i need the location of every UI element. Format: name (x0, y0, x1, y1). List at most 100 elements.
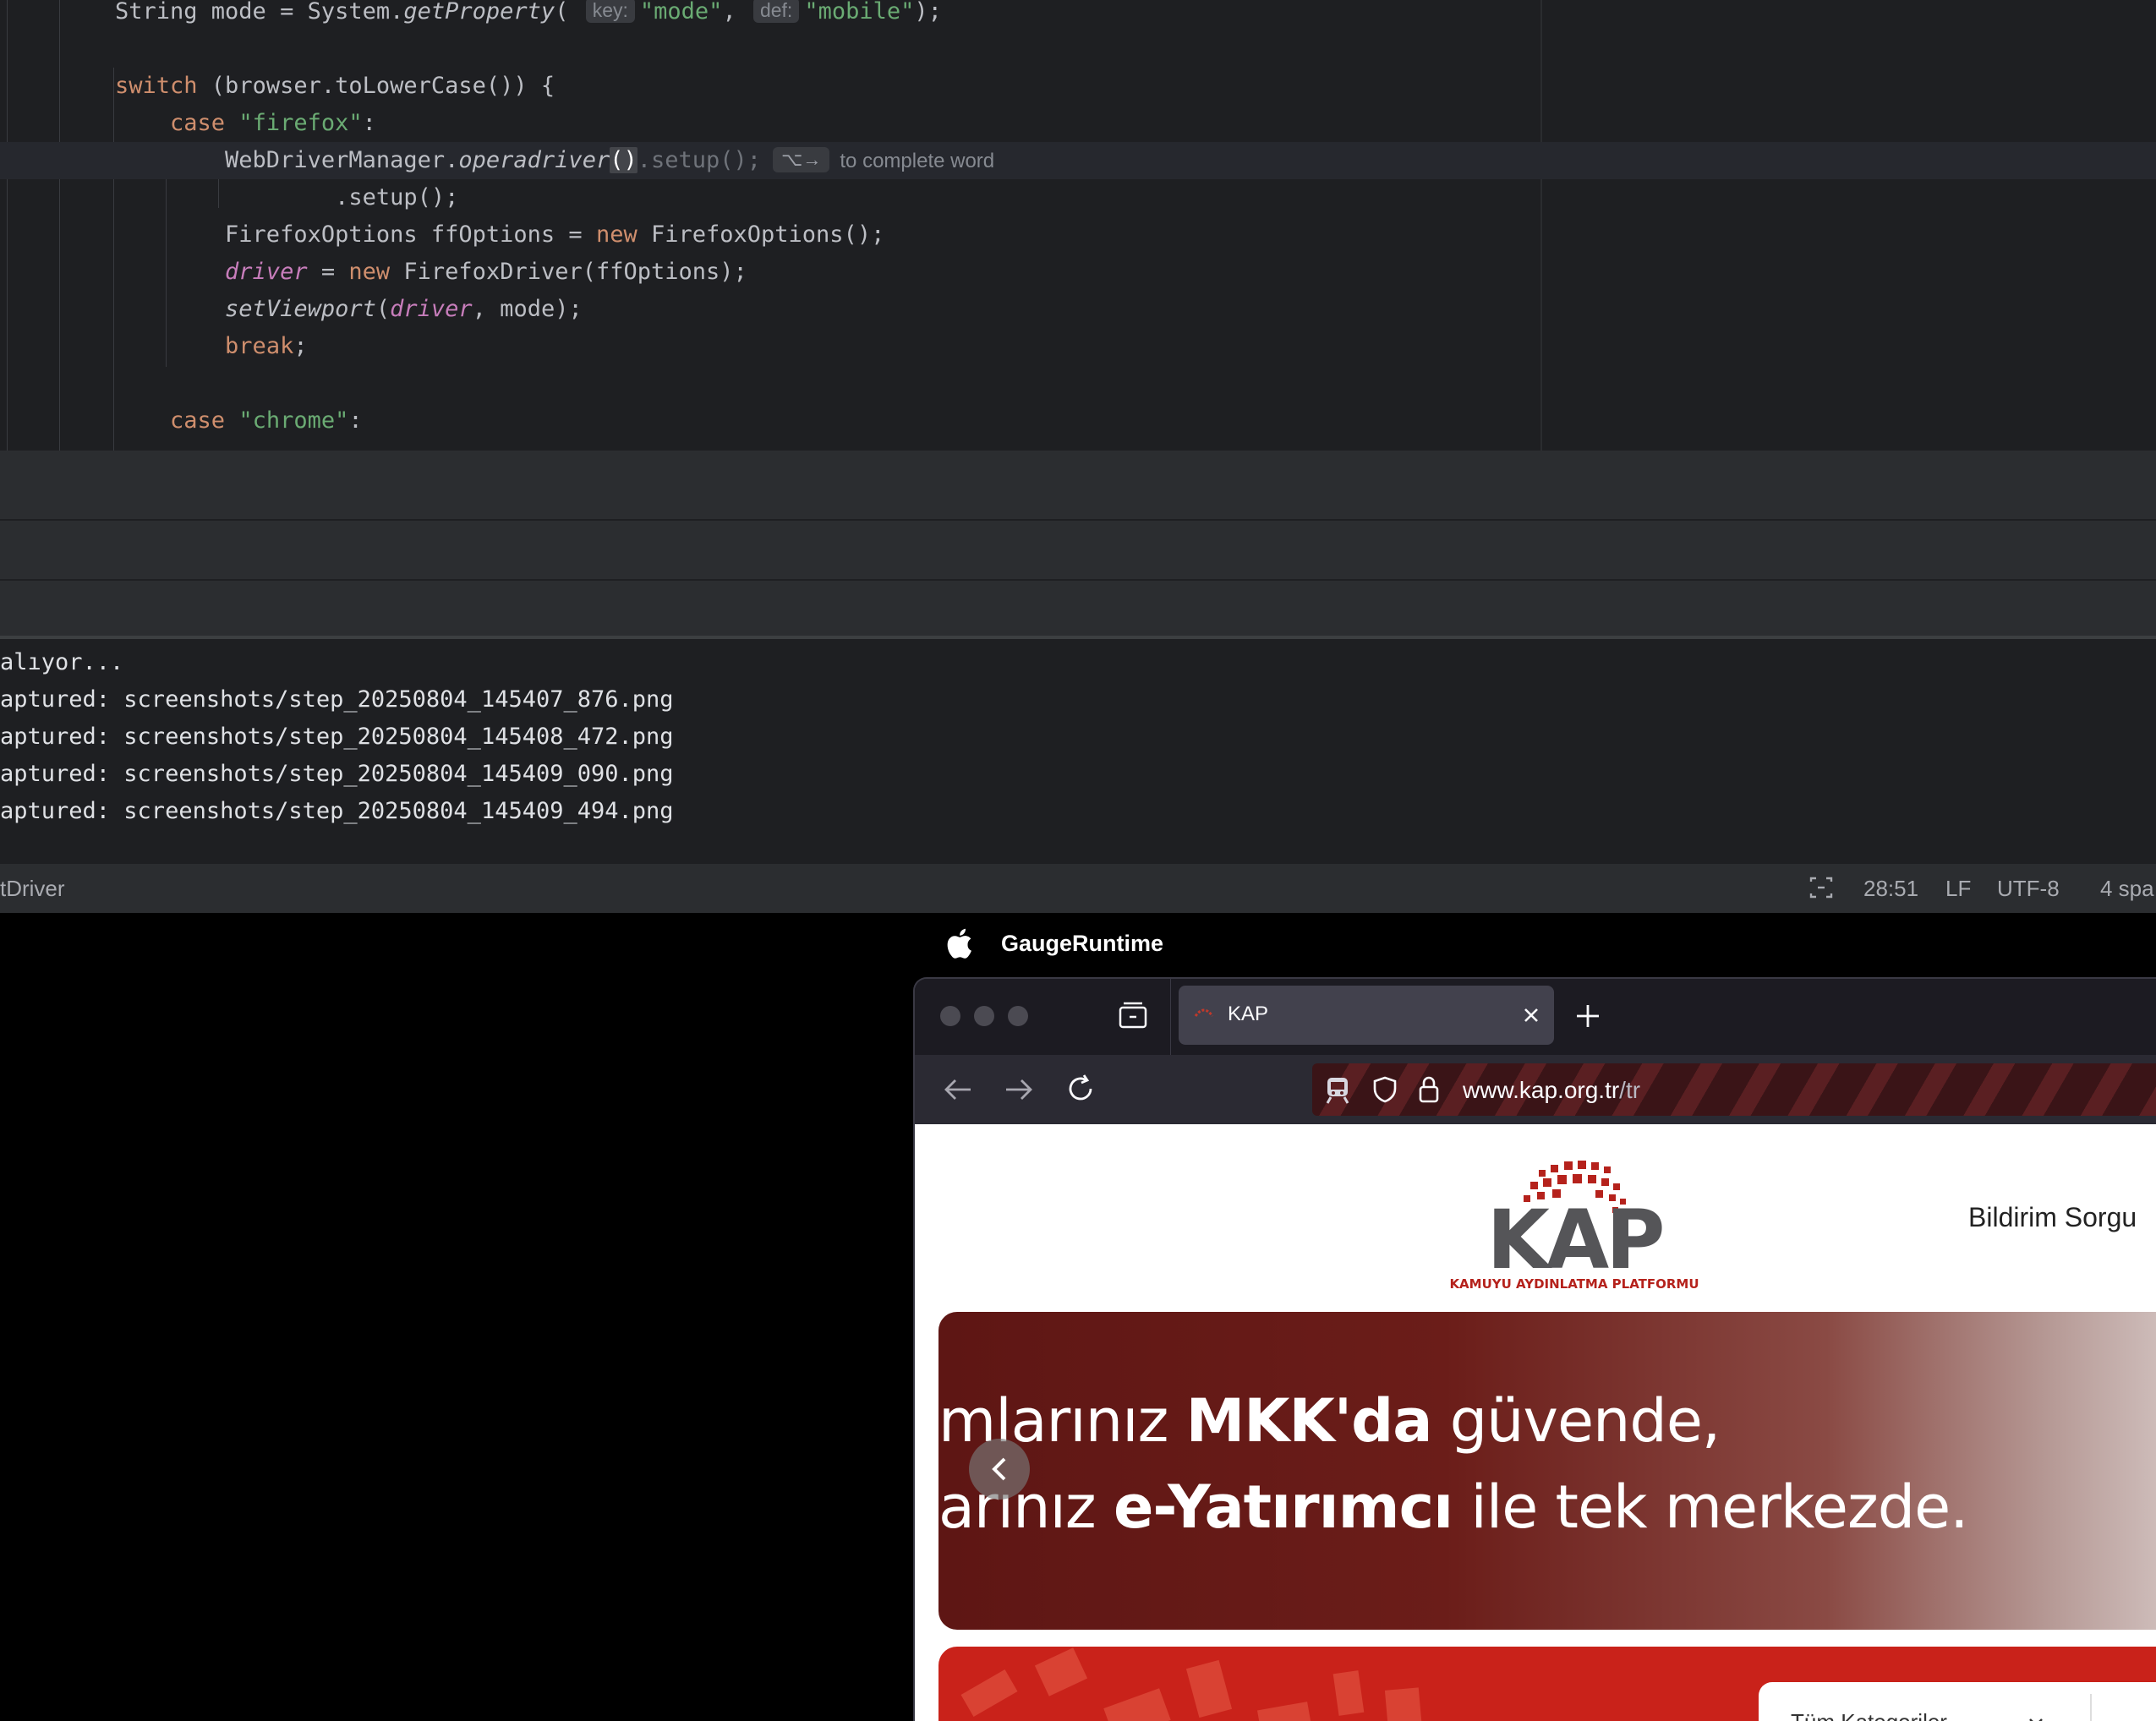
reload-icon[interactable] (1065, 1074, 1096, 1107)
apple-icon[interactable] (947, 928, 972, 959)
inline-completion: .setup(); (637, 147, 762, 173)
navigation-toolbar: www.kap.org.tr/tr (915, 1055, 2156, 1124)
code-editor[interactable]: String mode = System.getProperty( key: "m… (0, 0, 2156, 451)
code-line[interactable]: .setup(); (0, 179, 458, 216)
code-token: "firefox" (238, 110, 363, 136)
kap-logo-subtitle: KAMUYU AYDINLATMA PLATFORMU (1449, 1276, 1699, 1292)
code-line[interactable]: case "chrome": (0, 402, 363, 440)
line-ending[interactable]: LF (1945, 876, 1971, 902)
run-console[interactable]: alıyor... aptured: screenshots/step_20250… (0, 636, 2156, 864)
tab-title: KAP (1228, 1003, 1269, 1025)
code-token: driver (225, 259, 308, 285)
code-token: , (722, 0, 750, 25)
console-line: aptured: screenshots/step_20250804_14540… (0, 686, 674, 713)
code-token: "mobile" (804, 0, 915, 25)
tracking-protection-shield-icon[interactable] (1371, 1075, 1398, 1107)
code-line[interactable]: FirefoxOptions ffOptions = new FirefoxOp… (0, 216, 884, 254)
file-encoding[interactable]: UTF-8 (1997, 876, 2060, 902)
console-line: aptured: screenshots/step_20250804_14540… (0, 724, 674, 750)
readonly-toggle-icon[interactable] (1808, 875, 1835, 906)
kap-favicon-icon (1192, 1004, 1216, 1024)
kap-logo[interactable]: KAP KAMUYU AYDINLATMA PLATFORMU (1439, 1148, 1710, 1292)
completion-hint: to complete word (840, 150, 995, 172)
chevron-left-icon (992, 1457, 1006, 1481)
close-tab-icon[interactable] (1522, 1006, 1540, 1028)
code-token: "chrome" (238, 407, 349, 434)
status-bar: tDriver 28:51 LF UTF-8 4 spa (0, 864, 2156, 913)
app-menu-title[interactable]: GaugeRuntime (1001, 931, 1163, 957)
parameter-hint: key: (585, 0, 635, 23)
remote-control-icon[interactable] (1322, 1075, 1353, 1109)
hero-line-2: arınız e-Yatırımcı ile tek merkezde. (938, 1472, 1968, 1542)
right-margin-guide (1540, 0, 1542, 451)
code-token: .setup(); (115, 184, 459, 210)
code-line[interactable]: driver = new FirefoxDriver(ffOptions); (0, 254, 747, 291)
close-window-button[interactable] (940, 1006, 960, 1026)
code-line[interactable]: WebDriverManager.operadriver().setup(); ⌥… (0, 142, 2156, 179)
status-breadcrumb[interactable]: tDriver (0, 876, 65, 902)
secondary-banner: Tüm Kategoriler (938, 1647, 2156, 1721)
code-token: driver (390, 296, 473, 322)
code-token: ( (555, 0, 583, 25)
code-line[interactable]: break; (0, 328, 308, 365)
lock-icon[interactable] (1417, 1075, 1441, 1107)
category-filter[interactable]: Tüm Kategoriler (1759, 1682, 2156, 1721)
code-token: String mode = System. (115, 0, 404, 25)
carousel-prev-button[interactable] (969, 1439, 1030, 1500)
hero-banner[interactable]: mlarınız MKK'da güvende, arınız e-Yatırı… (938, 1312, 2156, 1630)
forward-icon[interactable] (1004, 1077, 1033, 1106)
code-line[interactable]: case "firefox": (0, 105, 376, 142)
completion-shortcut: ⌥→ (773, 147, 830, 172)
code-line[interactable]: switch (browser.toLowerCase()) { (0, 68, 555, 105)
macos-menubar: GaugeRuntime (913, 921, 1163, 965)
url-bar[interactable]: www.kap.org.tr/tr (1312, 1063, 2156, 1116)
code-token: ); (914, 0, 942, 25)
code-token: , mode); (472, 296, 583, 322)
back-icon[interactable] (944, 1077, 972, 1106)
chevron-down-icon (2027, 1716, 2044, 1721)
tab-divider (1170, 979, 1171, 1055)
code-token: : (362, 110, 376, 136)
code-token: FirefoxDriver(ffOptions); (403, 259, 747, 285)
tab-bar: KAP (915, 979, 2156, 1055)
url-host: www.kap.org.tr (1463, 1077, 1620, 1103)
tab-kap[interactable]: KAP (1179, 986, 1554, 1045)
tab-manager-icon[interactable] (1118, 1001, 1148, 1033)
minimize-window-button[interactable] (974, 1006, 994, 1026)
code-line[interactable]: setViewport(driver, mode); (0, 291, 583, 328)
nav-bildirim-sorgu[interactable]: Bildirim Sorgu (1968, 1202, 2137, 1233)
hero-line-2-bold: e-Yatırımcı (1113, 1472, 1453, 1542)
indent-setting[interactable]: 4 spa (2100, 876, 2154, 902)
url-text[interactable]: www.kap.org.tr/tr (1463, 1077, 1640, 1104)
code-token: ; (293, 333, 308, 359)
code-line[interactable] (0, 365, 115, 402)
code-line[interactable] (0, 30, 115, 68)
code-token: ( (375, 296, 391, 322)
tool-panel-toolbar (0, 521, 2156, 580)
hero-line-1: mlarınız MKK'da güvende, (938, 1386, 1721, 1456)
kap-logo-wordmark: KAP (1486, 1193, 1662, 1287)
console-line: aptured: screenshots/step_20250804_14540… (0, 798, 674, 824)
code-token: break (225, 333, 294, 359)
caret-position[interactable]: 28:51 (1863, 876, 1918, 902)
hero-line-2-end: ile tek merkezde. (1453, 1472, 1968, 1542)
code-token: new (348, 259, 404, 285)
banner-pattern (960, 1647, 1423, 1721)
firefox-window: KAP www.kap.org.tr/tr KAP KAMUYU AYDINLA… (913, 977, 2156, 1721)
code-token: getProperty (403, 0, 555, 25)
filter-divider (2090, 1694, 2092, 1721)
code-token: new (595, 221, 651, 248)
code-token: case (170, 407, 239, 434)
tool-panel-tabs (0, 581, 2156, 636)
code-line[interactable]: String mode = System.getProperty( key: "m… (0, 0, 942, 30)
zoom-window-button[interactable] (1008, 1006, 1028, 1026)
code-token: WebDriverManager. (115, 147, 459, 173)
new-tab-icon[interactable] (1574, 1003, 1601, 1033)
code-token: operadriver (458, 147, 610, 173)
ide-window: String mode = System.getProperty( key: "m… (0, 0, 2156, 913)
tool-panel-header (0, 451, 2156, 520)
